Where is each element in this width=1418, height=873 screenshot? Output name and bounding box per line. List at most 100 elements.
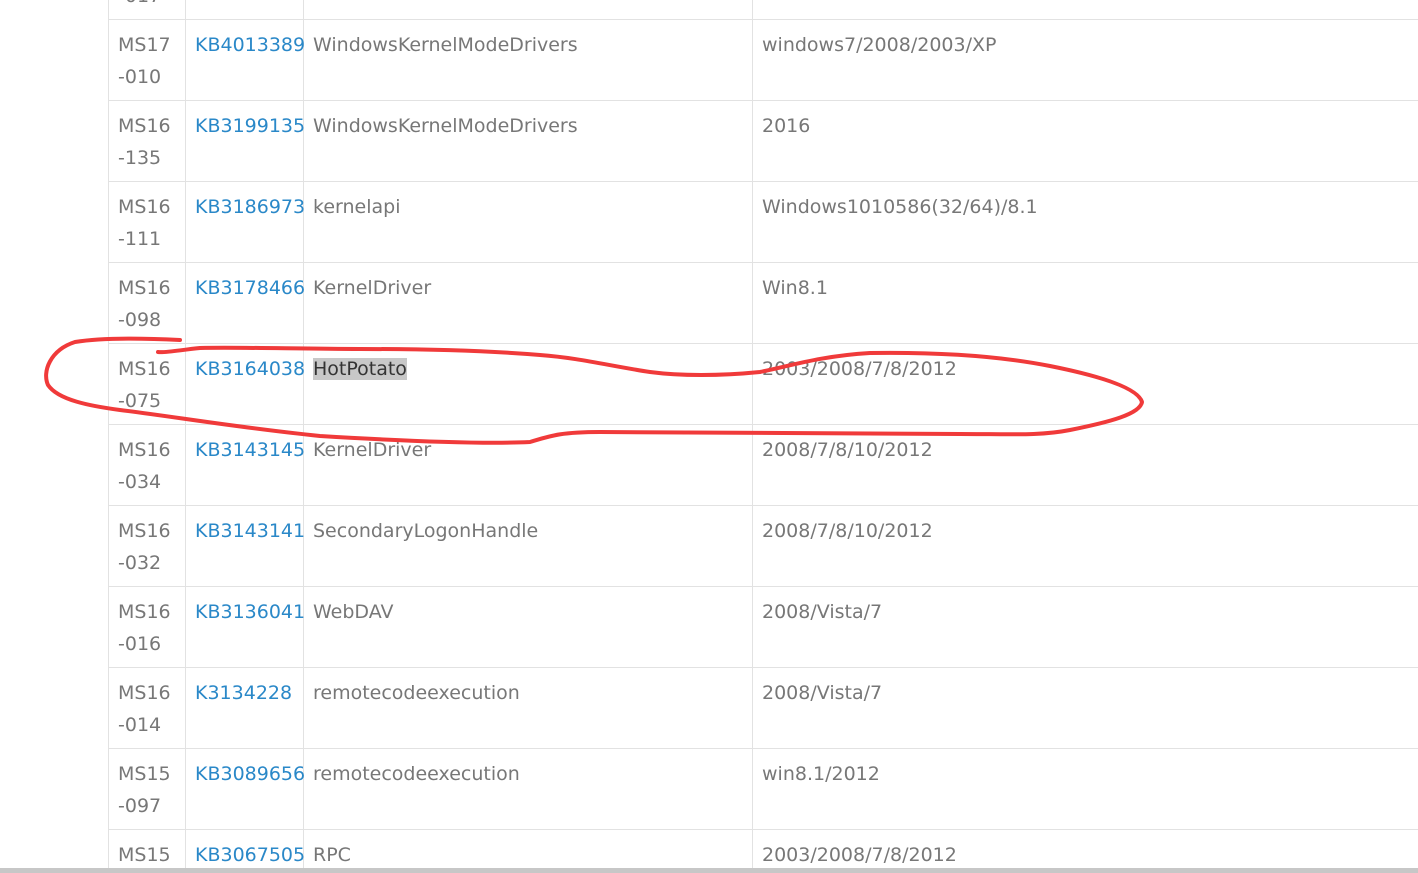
table-body: MS17-017 MS17-010 KB4013389 WindowsKernelMo…: [108, 0, 1418, 873]
affected-os-text: 2008/7/8/10/2012: [762, 439, 933, 461]
affected-os-text: Win8.1: [762, 277, 828, 299]
description-text: remotecodeexecution: [313, 763, 520, 785]
cell-kb: K3134228: [185, 667, 304, 749]
cell-description: KernelDriver: [303, 424, 753, 506]
cell-kb: KB3199135: [185, 100, 305, 182]
horizontal-scrollbar[interactable]: [0, 868, 1418, 873]
cell-description: HotPotato: [303, 343, 753, 425]
cell-affected-os: 2016: [752, 100, 1418, 182]
table-row: MS16-098 KB3178466 KernelDriver Win8.1: [108, 262, 1418, 344]
affected-os-text: 2008/Vista/7: [762, 682, 883, 704]
cell-description: remotecodeexecution: [303, 667, 753, 749]
description-text: KernelDriver: [313, 439, 432, 461]
affected-os-text: 2008/7/8/10/2012: [762, 520, 933, 542]
cell-description: WindowsKernelModeDrivers: [303, 100, 753, 182]
cell-kb: KB3186973: [185, 181, 305, 263]
bulletin-id-text: MS17-017: [118, 0, 176, 12]
bulletin-id-text: MS16-034: [118, 439, 171, 493]
kb-link[interactable]: KB3164038: [195, 358, 305, 380]
cell-affected-os: 2008/Vista/7: [752, 667, 1418, 749]
bulletin-id-text: MS16-098: [118, 277, 171, 331]
kb-link[interactable]: KB3136041: [195, 601, 305, 623]
cell-affected-os: 2003/2008/7/8/2012: [752, 829, 1418, 873]
cell-bulletin-id: MS16-014: [108, 667, 186, 749]
cell-kb: KB3143141: [185, 505, 305, 587]
table-row: MS15-097 KB3089656 remotecodeexecution win8…: [108, 748, 1418, 830]
cell-bulletin-id: MS15-: [108, 829, 186, 873]
cell-bulletin-id: MS17-017: [108, 0, 186, 20]
cell-bulletin-id: MS15-097: [108, 748, 186, 830]
cell-affected-os: 2003/2008/7/8/2012: [752, 343, 1418, 425]
kb-link[interactable]: KB3067505: [195, 844, 305, 866]
bulletin-id-text: MS17-010: [118, 34, 171, 88]
highlighted-description: HotPotato: [313, 358, 407, 380]
cell-description: remotecodeexecution: [303, 748, 753, 830]
description-text: SecondaryLogonHandle: [313, 520, 539, 542]
cell-kb: KB3164038: [185, 343, 305, 425]
affected-os-text: Windows1010586(32/64)/8.1: [762, 196, 1038, 218]
table-row: MS16-111 KB3186973 kernelapi Windows1010586…: [108, 181, 1418, 263]
cell-kb: KB3136041: [185, 586, 305, 668]
table-row: MS16-032 KB3143141 SecondaryLogonHandle 200…: [108, 505, 1418, 587]
description-text: RPC: [313, 844, 351, 866]
cell-affected-os: windows7/2008/2003/XP: [752, 19, 1418, 101]
description-text: WindowsKernelModeDrivers: [313, 115, 578, 137]
cell-bulletin-id: MS17-010: [108, 19, 186, 101]
affected-os-text: 2003/2008/7/8/2012: [762, 844, 957, 866]
kb-link[interactable]: K3134228: [195, 682, 292, 704]
table-row: MS15- KB3067505 RPC 2003/2008/7/8/2012: [108, 829, 1418, 873]
cell-kb: KB3089656: [185, 748, 305, 830]
bulletin-id-text: MS16-111: [118, 196, 171, 250]
cell-bulletin-id: MS16-098: [108, 262, 186, 344]
cell-kb: KB3178466: [185, 262, 305, 344]
affected-os-text: win8.1/2012: [762, 763, 880, 785]
kb-link[interactable]: KB3199135: [195, 115, 305, 137]
cell-bulletin-id: MS16-016: [108, 586, 186, 668]
kb-link[interactable]: KB3089656: [195, 763, 305, 785]
table-row: MS16-135 KB3199135 WindowsKernelModeDriver…: [108, 100, 1418, 182]
bulletin-id-text: MS16-014: [118, 682, 171, 736]
table-row: MS16-034 KB3143145 KernelDriver 2008/7/8/10…: [108, 424, 1418, 506]
affected-os-text: 2016: [762, 115, 811, 137]
cell-bulletin-id: MS16-032: [108, 505, 186, 587]
cell-affected-os: 2008/Vista/7: [752, 586, 1418, 668]
cell-affected-os: win8.1/2012: [752, 748, 1418, 830]
vulnerability-table: MS17-017 MS17-010 KB4013389 WindowsKernelMo…: [108, 0, 1418, 873]
cell-kb: [185, 0, 304, 20]
cell-description: WebDAV: [303, 586, 753, 668]
cell-description: KernelDriver: [303, 262, 753, 344]
kb-link[interactable]: KB4013389: [195, 34, 305, 56]
affected-os-text: windows7/2008/2003/XP: [762, 34, 997, 56]
cell-affected-os: 2008/7/8/10/2012: [752, 424, 1418, 506]
table-row: MS17-010 KB4013389 WindowsKernelModeDriver…: [108, 19, 1418, 101]
cell-bulletin-id: MS16-135: [108, 100, 186, 182]
affected-os-text: 2008/Vista/7: [762, 601, 883, 623]
kb-link[interactable]: KB3186973: [195, 196, 305, 218]
kb-link[interactable]: KB3143145: [195, 439, 305, 461]
affected-os-text: 2003/2008/7/8/2012: [762, 358, 957, 380]
kb-link[interactable]: KB3143141: [195, 520, 305, 542]
cell-bulletin-id: MS16-111: [108, 181, 186, 263]
cell-description: kernelapi: [303, 181, 753, 263]
page-viewport: MS17-017 MS17-010 KB4013389 WindowsKernelMo…: [0, 0, 1418, 873]
bulletin-id-text: MS16-135: [118, 115, 171, 169]
bulletin-id-text: MS16-032: [118, 520, 171, 574]
cell-affected-os: Win8.1: [752, 262, 1418, 344]
bulletin-id-text: MS16-016: [118, 601, 171, 655]
cell-description: RPC: [303, 829, 753, 873]
cell-kb: KB3067505: [185, 829, 305, 873]
cell-bulletin-id: MS16-075: [108, 343, 186, 425]
cell-description: [303, 0, 753, 20]
cell-affected-os: Windows1010586(32/64)/8.1: [752, 181, 1418, 263]
cell-kb: KB3143145: [185, 424, 305, 506]
table-row: MS16-016 KB3136041 WebDAV 2008/Vista/7: [108, 586, 1418, 668]
cell-affected-os: 2008/7/8/10/2012: [752, 505, 1418, 587]
table-row: MS16-014 K3134228 remotecodeexecution 2008/…: [108, 667, 1418, 749]
kb-link[interactable]: KB3178466: [195, 277, 305, 299]
cell-description: SecondaryLogonHandle: [303, 505, 753, 587]
description-text: KernelDriver: [313, 277, 432, 299]
description-text: kernelapi: [313, 196, 401, 218]
cell-kb: KB4013389: [185, 19, 305, 101]
table-container: MS17-017 MS17-010 KB4013389 WindowsKernelMo…: [108, 0, 1418, 873]
description-text: WindowsKernelModeDrivers: [313, 34, 578, 56]
